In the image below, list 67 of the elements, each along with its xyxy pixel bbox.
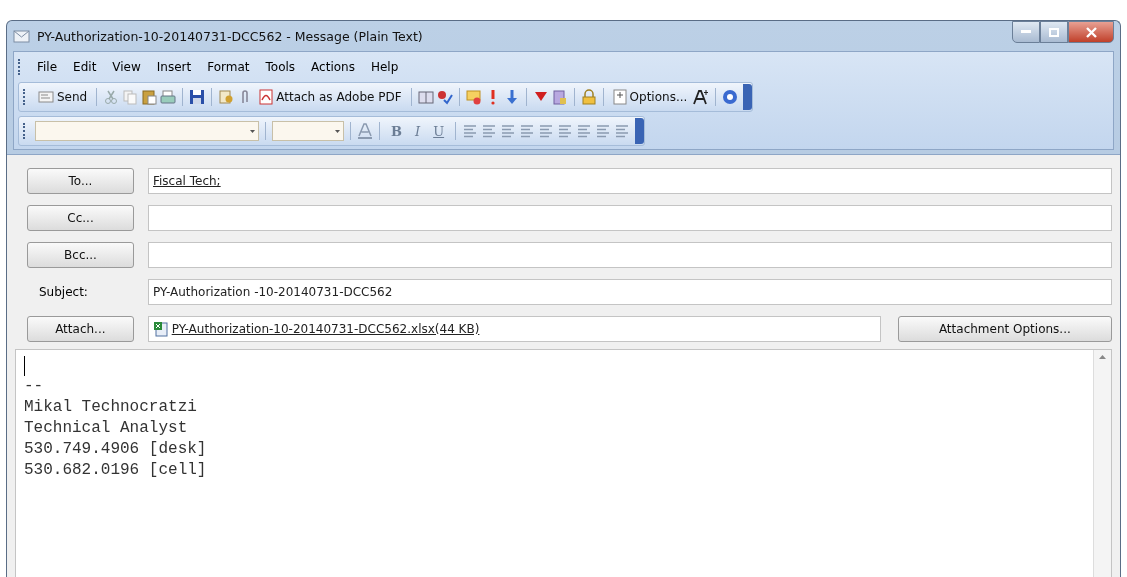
attachment-link[interactable]: PY-Authorization-10-20140731-DCC562.xlsx(44 KB) [171, 322, 480, 336]
address-book-icon[interactable] [218, 89, 235, 105]
body-line: Technical Analyst [24, 418, 189, 439]
maximize-button[interactable] [1040, 21, 1068, 43]
close-icon [1085, 26, 1097, 38]
body-line: Mikal Technocratzi [24, 397, 198, 418]
format-button[interactable]: U [428, 123, 450, 139]
body-line: -- [24, 376, 45, 397]
recipient-field[interactable] [148, 205, 1112, 231]
copy-icon[interactable] [122, 89, 139, 105]
address-button[interactable]: Cc... [27, 205, 134, 231]
recipient-field[interactable] [148, 242, 1112, 268]
scissors-icon[interactable] [103, 89, 120, 105]
align-center-icon[interactable] [481, 123, 498, 139]
address-button[interactable]: Bcc... [27, 242, 134, 268]
dropdown-icon [250, 129, 255, 133]
menu-item[interactable]: Help [364, 58, 405, 76]
body-line: 530.682.0196 [cell] [24, 460, 208, 481]
maximize-icon [1049, 27, 1059, 37]
document-icon [612, 89, 627, 105]
dropdown-icon [335, 129, 340, 133]
font-size-field[interactable] [272, 121, 344, 141]
attach-button[interactable]: Attach... [27, 316, 134, 342]
attachment-field[interactable]: PY-Authorization-10-20140731-DCC562.xlsx(44 KB) [147, 316, 881, 342]
font-color-icon[interactable] [357, 123, 373, 139]
subject-field[interactable]: PY-Authorization -10-20140731-DCC562 [148, 279, 1112, 305]
body-line: 530.749.4906 [desk] [24, 439, 208, 460]
toolbar-overflow-button[interactable] [743, 84, 753, 110]
address-button[interactable]: To... [27, 168, 134, 194]
padlock-icon[interactable] [580, 89, 597, 105]
menu-item[interactable]: View [106, 58, 147, 76]
options-button[interactable]: Options... [609, 88, 691, 106]
envelope-icon [13, 28, 31, 44]
pdf-icon [259, 89, 274, 105]
font-name-field[interactable] [35, 121, 259, 141]
message-body[interactable]: -- Mikal Technocratzi Technical Analyst 530.749.4906 [desk] 530.682.0196 [cell] [15, 349, 1112, 577]
book-icon[interactable] [417, 89, 434, 105]
attachment-options-button[interactable]: Attachment Options... [897, 316, 1112, 342]
menu-item[interactable]: File [31, 58, 64, 76]
attach-pdf-button[interactable]: Attach as Adobe PDF [256, 88, 405, 106]
scroll-up-icon[interactable] [1099, 355, 1106, 359]
spell-check-icon[interactable] [436, 89, 453, 105]
align-left-icon[interactable] [462, 123, 479, 139]
close-button[interactable] [1068, 21, 1114, 43]
send-button[interactable]: Send [35, 89, 91, 105]
menu-item[interactable]: Format [201, 58, 256, 76]
window-title: PY-Authorization-10-20140731-DCC562 - Message (Plain Text) [37, 28, 423, 44]
font-size-icon[interactable] [693, 89, 710, 105]
clipboard-icon[interactable] [141, 89, 158, 105]
printer-icon[interactable] [160, 89, 177, 105]
menu-item[interactable]: Actions [305, 58, 361, 76]
scrollbar[interactable] [1093, 350, 1111, 577]
minimize-icon [1021, 30, 1031, 34]
envelope-icon [38, 91, 54, 103]
contact-card-icon[interactable] [551, 89, 568, 105]
menu-item[interactable]: Edit [67, 58, 103, 76]
format-button[interactable]: I [410, 123, 426, 139]
recipient-field[interactable]: Fiscal Tech; [148, 168, 1112, 194]
spreadsheet-icon [152, 321, 169, 337]
envelope-icon[interactable] [465, 89, 482, 105]
toolbar-overflow-button[interactable] [635, 118, 645, 144]
minimize-button[interactable] [1012, 21, 1040, 43]
save-icon[interactable] [189, 89, 206, 105]
menu-item[interactable]: Tools [259, 58, 302, 76]
align-right-icon[interactable] [500, 123, 517, 139]
field-label: Subject: [38, 285, 89, 299]
menu-item[interactable]: Insert [150, 58, 198, 76]
